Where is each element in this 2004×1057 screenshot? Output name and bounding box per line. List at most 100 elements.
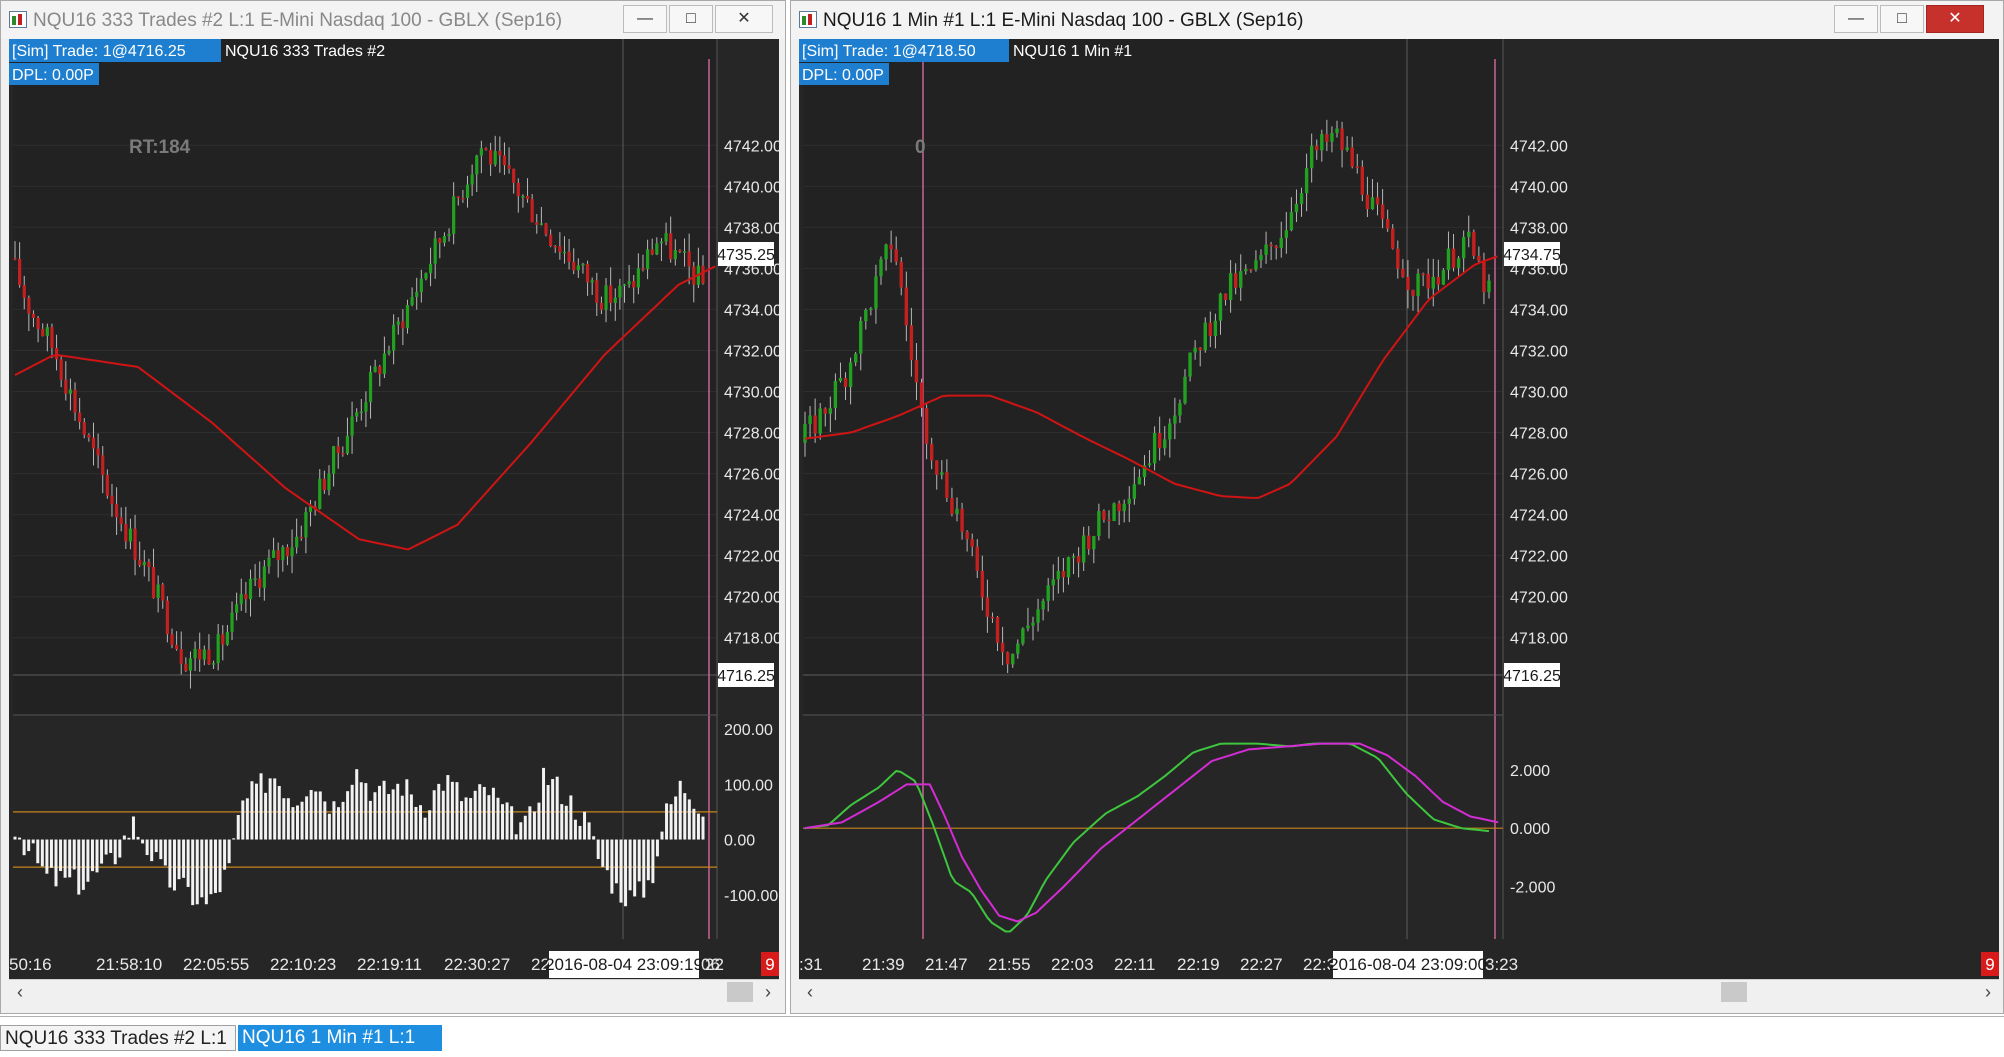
minimize-button[interactable]: — — [1834, 5, 1878, 33]
candle-down — [904, 287, 909, 326]
histogram-bar — [277, 786, 281, 840]
candle-down — [1076, 556, 1081, 563]
candle-down — [1411, 290, 1415, 296]
minimize-button[interactable]: — — [623, 5, 667, 33]
close-button[interactable]: ✕ — [715, 5, 773, 33]
chart-app-icon — [799, 11, 817, 28]
time-tick-label: :31 — [799, 955, 823, 974]
price-tick-label: 4738.00 — [1510, 220, 1568, 237]
candle-down — [484, 148, 488, 150]
candle-down — [544, 223, 548, 235]
horizontal-scrollbar[interactable]: ‹ › — [799, 979, 1999, 1004]
scroll-thumb[interactable] — [727, 982, 753, 1002]
candle-up — [428, 263, 433, 274]
chart-panel[interactable]: 4742.00 4740.00 4738.00 4736.00 4734.00 4732.… — [799, 39, 1999, 979]
time-tail-label: 3:23 — [1485, 955, 1518, 974]
candle-up — [142, 562, 146, 566]
price-tick-label: 4722.00 — [1510, 549, 1568, 566]
candle-up — [355, 412, 359, 417]
candle-up — [1259, 254, 1263, 261]
price-tick-label: 4734.00 — [1510, 302, 1568, 319]
candle-up — [562, 251, 567, 254]
histogram-bar — [259, 773, 263, 840]
histogram-bar — [678, 780, 682, 840]
candle-up — [1309, 145, 1314, 169]
candle-up — [622, 284, 627, 286]
histogram-bar — [391, 789, 395, 840]
candle-up — [1431, 276, 1435, 289]
chart-canvas[interactable]: 4742.004740.004738.004736.004734.004732.… — [9, 39, 779, 979]
chart-canvas[interactable]: 4742.004740.004738.004736.004734.004732.… — [799, 39, 1999, 979]
candle-up — [1299, 193, 1304, 204]
histogram-bar — [460, 801, 464, 840]
candle-down — [823, 408, 827, 414]
tab-333-trades[interactable]: NQU16 333 Trades #2 L:1 — [0, 1025, 236, 1051]
maximize-button[interactable]: □ — [1880, 5, 1924, 33]
candle-down — [1340, 128, 1344, 150]
title-bar[interactable]: NQU16 1 Min #1 L:1 E-Mini Nasdaq 100 - G… — [791, 1, 2003, 39]
candle-down — [27, 297, 31, 314]
histogram-bar — [669, 804, 673, 840]
candle-down — [1102, 511, 1106, 520]
candle-up — [128, 528, 133, 542]
histogram-bar — [469, 798, 473, 840]
candle-up — [304, 511, 308, 538]
histogram-bar — [405, 779, 409, 840]
histogram-bar — [27, 839, 31, 852]
candle-up — [539, 223, 543, 225]
candle-up — [271, 550, 276, 558]
candle-down — [502, 155, 507, 166]
candle-down — [687, 251, 691, 267]
price-tick-label: 4726.00 — [724, 467, 779, 484]
scroll-left-icon[interactable]: ‹ — [799, 980, 821, 1004]
candle-down — [585, 263, 590, 283]
histogram-bar — [665, 803, 669, 840]
scroll-right-icon[interactable]: › — [1977, 980, 1999, 1004]
candle-down — [1401, 268, 1405, 277]
candle-up — [1188, 352, 1192, 377]
indicator-tick-label: 2.000 — [1510, 763, 1550, 780]
histogram-bar — [291, 807, 295, 840]
histogram-bar — [555, 776, 559, 840]
candle-up — [1183, 376, 1187, 404]
candle-up — [1168, 423, 1172, 440]
candle-up — [590, 280, 594, 283]
horizontal-scrollbar[interactable]: ‹ › — [9, 979, 779, 1004]
maximize-button[interactable]: □ — [669, 5, 713, 33]
candle-down — [336, 446, 340, 454]
title-bar[interactable]: NQU16 333 Trades #2 L:1 E-Mini Nasdaq 10… — [1, 1, 785, 39]
candle-up — [1056, 571, 1061, 580]
candle-up — [848, 362, 853, 388]
histogram-bar — [309, 790, 313, 840]
crosshair-price-label: 4716.25 — [717, 668, 775, 685]
chart-panel[interactable]: 4742.00 4740.00 4738.00 4736.00 4734.00 4732.… — [9, 39, 779, 979]
histogram-bar — [131, 816, 135, 840]
histogram-bar — [482, 786, 486, 840]
candle-up — [664, 233, 668, 242]
time-tick-label: 21:58:10 — [96, 955, 162, 974]
price-tick-label: 4718.00 — [1510, 631, 1568, 648]
tab-1-min[interactable]: NQU16 1 Min #1 L:1 — [238, 1025, 442, 1051]
histogram-bar — [400, 795, 404, 840]
candle-up — [1011, 653, 1015, 665]
candle-down — [507, 165, 511, 169]
candle-up — [1036, 609, 1040, 623]
histogram-bar — [72, 839, 76, 870]
scroll-thumb[interactable] — [1721, 982, 1747, 1002]
histogram-bar — [318, 791, 322, 840]
candle-up — [1081, 535, 1086, 563]
close-button[interactable]: ✕ — [1926, 5, 1984, 33]
histogram-bar — [683, 793, 687, 840]
scroll-left-icon[interactable]: ‹ — [9, 980, 31, 1004]
scroll-right-icon[interactable]: › — [757, 980, 779, 1004]
candle-up — [193, 648, 197, 659]
candle-up — [368, 371, 373, 403]
candle-down — [322, 478, 326, 491]
indicator-tick-label: 200.00 — [724, 722, 773, 739]
candle-up — [803, 423, 807, 443]
candle-up — [419, 278, 423, 293]
histogram-bar — [651, 839, 655, 884]
histogram-bar — [45, 839, 49, 874]
candle-down — [1380, 204, 1385, 220]
candle-down — [54, 347, 59, 360]
